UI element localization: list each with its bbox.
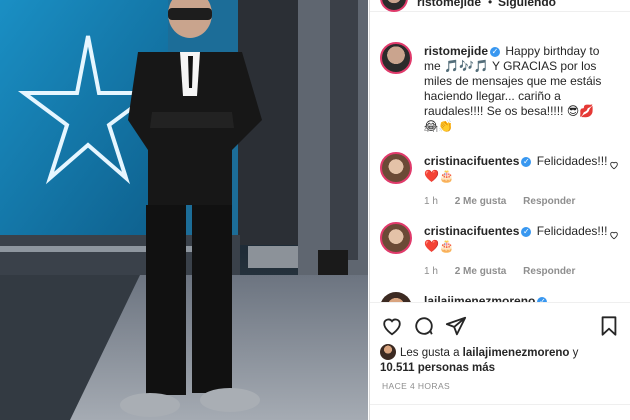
comment-body: lailajimenezmoreno ✓	[424, 294, 608, 302]
caption-avatar[interactable]	[380, 42, 412, 74]
comment-username[interactable]: cristinacifuentes	[424, 224, 519, 238]
post-side-panel: ristomejide • Siguiendo ristomejide ✓ Hap…	[369, 0, 630, 420]
caption-time: 4 h	[424, 124, 438, 135]
post-time-ago[interactable]: HACE 4 HORAS	[382, 381, 450, 391]
liker-avatar[interactable]	[380, 344, 396, 360]
comment-likes[interactable]: 2 Me gusta	[455, 196, 507, 207]
verified-icon: ✓	[521, 157, 532, 167]
verified-icon: ✓	[521, 227, 532, 237]
likes-summary: Les gusta a lailajimenezmoreno y 10.511 …	[380, 344, 625, 376]
author-username[interactable]: ristomejide	[417, 0, 481, 9]
comment-icon[interactable]	[413, 315, 435, 337]
caption-username[interactable]: ristomejide	[424, 44, 488, 58]
bookmark-icon[interactable]	[598, 315, 620, 337]
caption-meta: 4 h	[424, 124, 452, 135]
caption-body: ristomejide ✓ Happy birthday to me 🎵🎶🎵 Y …	[424, 44, 608, 134]
comment-body: cristinacifuentes ✓ Felicidades!!! ❤️🎂	[424, 154, 608, 184]
separator-dot: •	[488, 0, 493, 9]
comment-time: 1 h	[424, 266, 438, 277]
post-header: ristomejide • Siguiendo	[370, 0, 630, 12]
reply-button[interactable]: Responder	[523, 266, 575, 277]
comment-meta: 1 h 2 Me gusta Responder	[424, 196, 589, 207]
photo-illustration	[0, 0, 368, 420]
comment-meta: 1 h 2 Me gusta Responder	[424, 266, 589, 277]
likes-count[interactable]: 10.511 personas más	[380, 362, 495, 374]
commenter-avatar[interactable]	[380, 152, 412, 184]
comment-body: cristinacifuentes ✓ Felicidades!!! ❤️🎂	[424, 224, 608, 254]
action-bar	[370, 312, 630, 342]
likes-prefix: Les gusta a	[400, 347, 460, 359]
commenter-avatar[interactable]	[380, 292, 412, 302]
verified-icon: ✓	[490, 47, 501, 57]
comment-like-icon[interactable]	[609, 230, 619, 240]
follow-status[interactable]: Siguiendo	[498, 0, 556, 9]
divider	[370, 404, 630, 405]
comments-list: ristomejide ✓ Happy birthday to me 🎵🎶🎵 Y …	[370, 30, 630, 302]
post-photo	[0, 0, 368, 420]
comment-username[interactable]: cristinacifuentes	[424, 154, 519, 168]
commenter-avatar[interactable]	[380, 222, 412, 254]
divider	[370, 302, 630, 303]
reply-button[interactable]: Responder	[523, 196, 575, 207]
comment-likes[interactable]: 2 Me gusta	[455, 266, 507, 277]
likes-joiner: y	[572, 347, 579, 359]
author-avatar[interactable]	[380, 0, 408, 12]
comment-username[interactable]: lailajimenezmoreno	[424, 294, 535, 302]
comment-time: 1 h	[424, 196, 438, 207]
share-icon[interactable]	[445, 315, 467, 337]
heart-icon[interactable]	[381, 315, 403, 337]
comment-like-icon[interactable]	[609, 160, 619, 170]
liker-username[interactable]: lailajimenezmoreno	[463, 347, 570, 359]
